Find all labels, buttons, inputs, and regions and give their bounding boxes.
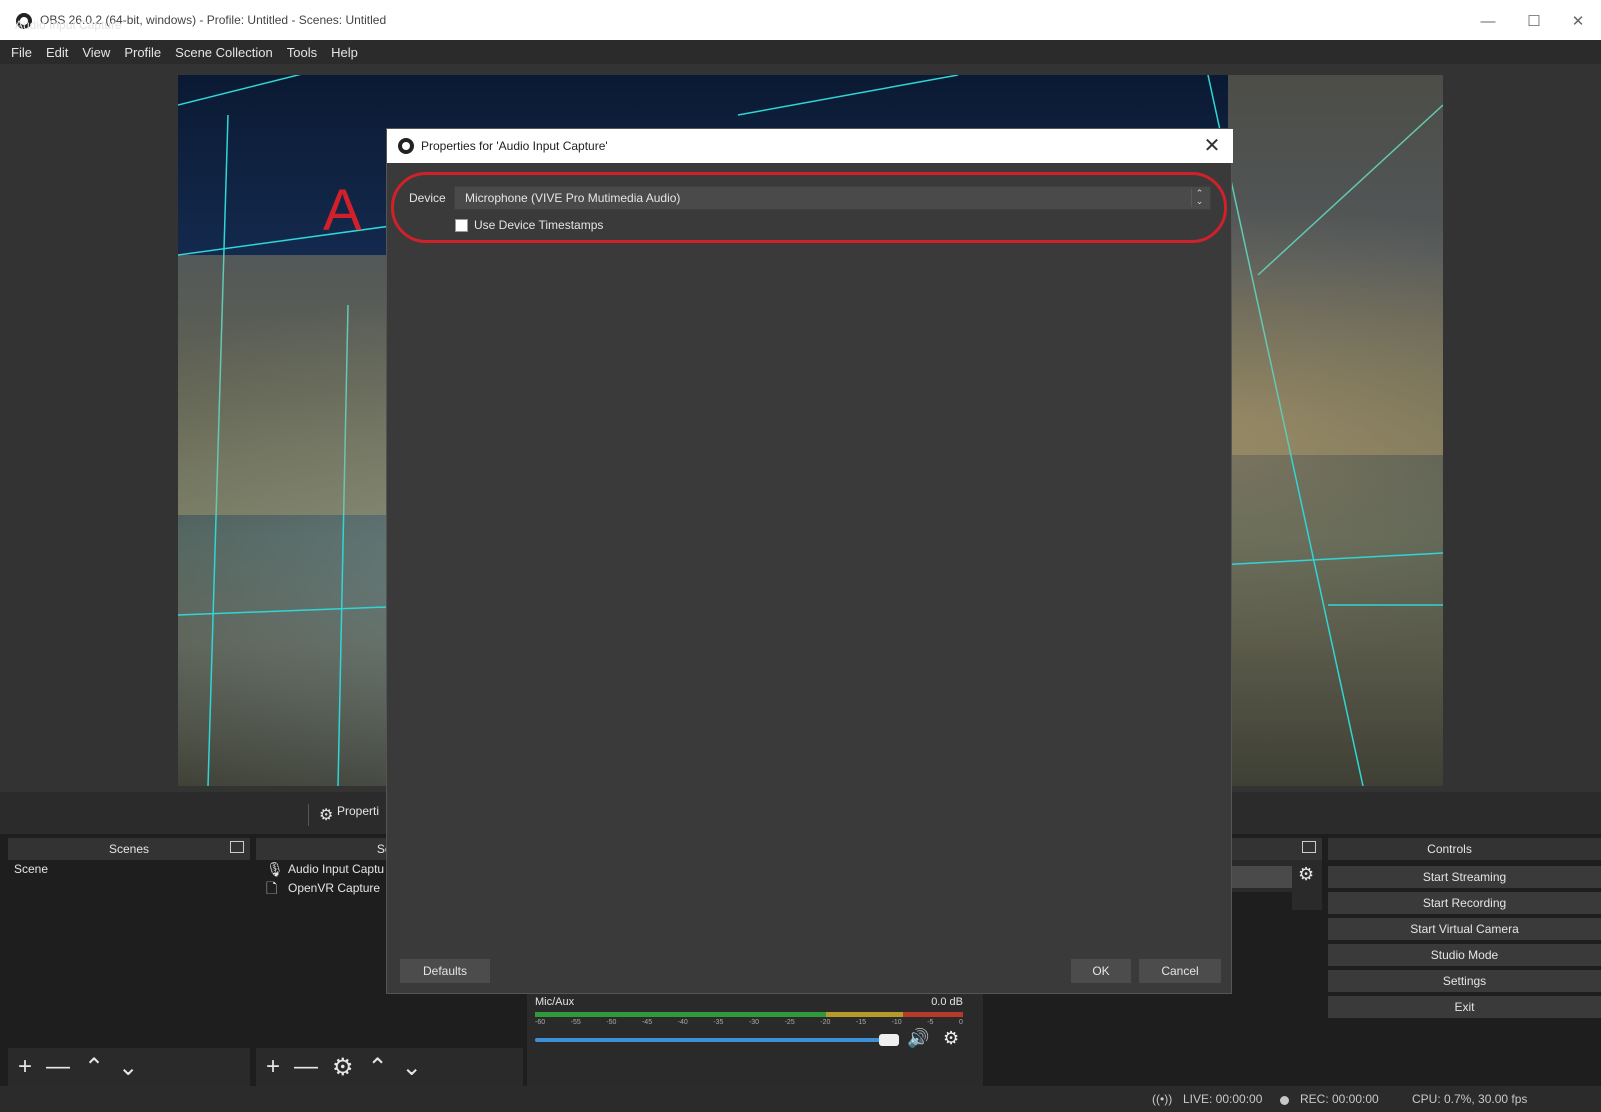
move-scene-down-button[interactable]: ⌄: [118, 1053, 138, 1082]
menu-file[interactable]: File: [11, 45, 32, 60]
properties-label: Properti: [337, 804, 380, 818]
controls-dock-header: Controls: [1328, 838, 1601, 860]
meter-tick: -60: [535, 1019, 546, 1026]
level-meter: [535, 1012, 963, 1017]
dialog-titlebar: Properties for 'Audio Input Capture' ✕: [387, 129, 1233, 163]
menu-view[interactable]: View: [82, 45, 110, 60]
live-status: LIVE: 00:00:00: [1183, 1092, 1263, 1106]
status-bar: ((•)) LIVE: 00:00:00 REC: 00:00:00 CPU: …: [0, 1086, 1601, 1112]
start-virtual-camera-button[interactable]: Start Virtual Camera: [1328, 918, 1601, 940]
move-scene-up-button[interactable]: ⌃: [84, 1053, 104, 1082]
microphone-icon: 🎙: [266, 861, 284, 877]
window-titlebar: OBS 26.0.2 (64-bit, windows) - Profile: …: [0, 0, 1601, 40]
menu-edit[interactable]: Edit: [46, 45, 68, 60]
minimize-button[interactable]: —: [1465, 8, 1511, 36]
meter-tick: -40: [677, 1019, 688, 1026]
meter-tick: 0: [958, 1019, 963, 1026]
scenes-dock-header: Scenes: [8, 838, 250, 860]
scenes-list: Scene: [8, 860, 250, 1048]
close-window-button[interactable]: ✕: [1555, 8, 1601, 36]
rec-icon: [1280, 1096, 1289, 1105]
cancel-button[interactable]: Cancel: [1139, 959, 1221, 983]
meter-tick: -30: [748, 1019, 760, 1026]
studio-mode-button[interactable]: Studio Mode: [1328, 944, 1601, 966]
duration-input[interactable]: [1232, 892, 1292, 912]
annotation-highlight: [391, 172, 1227, 243]
gear-icon[interactable]: ⚙: [1298, 864, 1314, 885]
selected-source-name: Audio Input Capture: [15, 18, 122, 32]
scenes-dock: Scenes Scene + — ⌃ ⌄: [8, 838, 250, 1086]
mixer-level: 0.0 dB: [931, 996, 963, 1008]
properties-button[interactable]: ⚙ Properti: [308, 804, 379, 826]
move-source-up-button[interactable]: ⌃: [368, 1053, 388, 1082]
menu-profile[interactable]: Profile: [124, 45, 161, 60]
transitions-dock-header: [1232, 838, 1322, 860]
obs-logo-icon: [398, 138, 414, 154]
annotation-label: A: [323, 178, 362, 243]
dialog-title: Properties for 'Audio Input Capture': [421, 139, 608, 153]
cpu-status: CPU: 0.7%, 30.00 fps: [1412, 1092, 1528, 1106]
scenes-toolbar: + — ⌃ ⌄: [8, 1048, 250, 1086]
maximize-button[interactable]: ☐: [1511, 8, 1557, 36]
controls-title: Controls: [1427, 842, 1472, 856]
meter-tick: -20: [820, 1019, 831, 1026]
float-dock-icon[interactable]: [1302, 841, 1316, 853]
meter-tick: -25: [784, 1019, 795, 1026]
meter-tick: -45: [641, 1019, 653, 1026]
scene-item[interactable]: Scene: [8, 860, 250, 879]
add-scene-button[interactable]: +: [18, 1053, 32, 1081]
speaker-icon[interactable]: 🔊: [907, 1028, 929, 1049]
menu-scene-collection[interactable]: Scene Collection: [175, 45, 273, 60]
rec-status: REC: 00:00:00: [1300, 1092, 1379, 1106]
close-icon[interactable]: ✕: [1199, 133, 1225, 159]
start-streaming-button[interactable]: Start Streaming: [1328, 866, 1601, 888]
remove-scene-button[interactable]: —: [46, 1053, 70, 1081]
window-icon: 🗋: [266, 880, 278, 896]
menu-tools[interactable]: Tools: [287, 45, 317, 60]
volume-slider[interactable]: [535, 1038, 895, 1042]
add-source-button[interactable]: +: [266, 1053, 280, 1081]
transition-select[interactable]: [1232, 866, 1292, 888]
audio-mixer: Mic/Aux 0.0 dB -60 -55 -50 -45 -40 -35 -…: [527, 990, 983, 1086]
start-recording-button[interactable]: Start Recording: [1328, 892, 1601, 914]
transitions-panel: ⚙: [1232, 860, 1322, 912]
meter-tick: -15: [855, 1019, 867, 1026]
float-dock-icon[interactable]: [230, 841, 244, 853]
properties-dialog: Properties for 'Audio Input Capture' ✕ D…: [323, 128, 1233, 994]
gear-icon: ⚙: [319, 807, 334, 824]
source-label: OpenVR Capture: [288, 881, 381, 895]
volume-slider-handle[interactable]: [879, 1034, 899, 1046]
sources-toolbar: + — ⚙ ⌃ ⌄: [256, 1048, 523, 1086]
gear-icon[interactable]: ⚙: [943, 1028, 959, 1049]
meter-tick: -10: [891, 1019, 902, 1026]
live-icon: ((•)): [1152, 1092, 1173, 1106]
remove-source-button[interactable]: —: [294, 1053, 318, 1081]
meter-tick: -50: [606, 1019, 617, 1026]
meter-tick: -55: [570, 1019, 581, 1026]
meter-tick: -35: [713, 1019, 724, 1026]
scenes-title: Scenes: [108, 842, 150, 856]
move-source-down-button[interactable]: ⌄: [402, 1053, 422, 1082]
settings-button[interactable]: Settings: [1328, 970, 1601, 992]
meter-scale: -60 -55 -50 -45 -40 -35 -30 -25 -20 -15 …: [535, 1019, 963, 1029]
defaults-button[interactable]: Defaults: [400, 959, 490, 983]
source-label: Audio Input Captu: [288, 862, 385, 876]
menu-help[interactable]: Help: [331, 45, 358, 60]
source-properties-button[interactable]: ⚙: [332, 1053, 354, 1082]
ok-button[interactable]: OK: [1071, 959, 1131, 983]
exit-button[interactable]: Exit: [1328, 996, 1601, 1018]
mixer-channel-name: Mic/Aux: [535, 996, 575, 1008]
menu-bar: File Edit View Profile Scene Collection …: [0, 40, 1601, 64]
